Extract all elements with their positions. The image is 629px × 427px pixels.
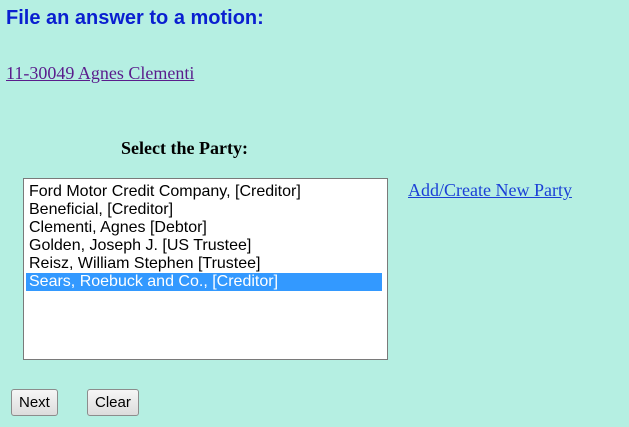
party-option[interactable]: Sears, Roebuck and Co., [Creditor] [26, 273, 382, 291]
party-option[interactable]: Beneficial, [Creditor] [26, 201, 382, 219]
next-button[interactable]: Next [11, 389, 58, 416]
party-option[interactable]: Ford Motor Credit Company, [Creditor] [26, 183, 382, 201]
party-select-heading: Select the Party: [121, 138, 248, 158]
case-link[interactable]: 11-30049 Agnes Clementi [6, 63, 194, 84]
party-select-list[interactable]: Ford Motor Credit Company, [Creditor] Be… [23, 178, 388, 360]
party-option[interactable]: Reisz, William Stephen [Trustee] [26, 255, 382, 273]
party-option[interactable]: Clementi, Agnes [Debtor] [26, 219, 382, 237]
clear-button[interactable]: Clear [87, 389, 139, 416]
page-title: File an answer to a motion: [6, 7, 264, 29]
party-option[interactable]: Golden, Joseph J. [US Trustee] [26, 237, 382, 255]
add-create-party-link[interactable]: Add/Create New Party [408, 180, 572, 201]
